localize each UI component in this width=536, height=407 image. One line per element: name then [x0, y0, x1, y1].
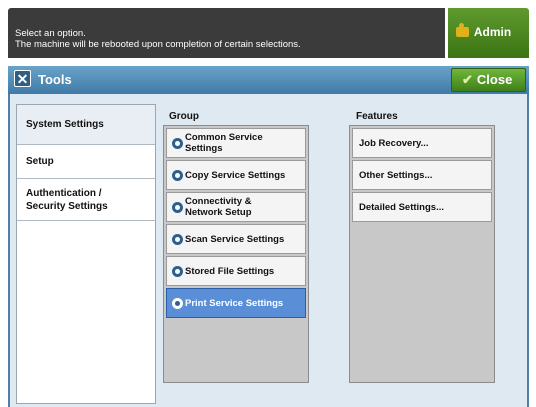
- group-panel: Common Service Settings Copy Service Set…: [163, 125, 309, 383]
- feature-item-job-recovery[interactable]: Job Recovery...: [352, 128, 492, 158]
- group-item-scan-service-settings[interactable]: Scan Service Settings: [166, 224, 306, 254]
- group-item-label-line-1: Common Service: [185, 132, 263, 143]
- nav-item-label: Setup: [26, 156, 54, 167]
- option-icon: [172, 138, 183, 149]
- feature-item-label: Job Recovery...: [359, 138, 429, 149]
- option-icon: [172, 234, 183, 245]
- group-item-label: Stored File Settings: [185, 266, 275, 277]
- checkmark-icon: ✔: [462, 72, 473, 87]
- group-item-label: Print Service Settings: [185, 298, 284, 309]
- group-item-label-line-1: Connectivity &: [185, 196, 252, 207]
- group-item-connectivity-network-setup[interactable]: Connectivity & Network Setup: [166, 192, 306, 222]
- group-item-common-service-settings[interactable]: Common Service Settings: [166, 128, 306, 158]
- group-item-label: Copy Service Settings: [185, 170, 286, 181]
- feature-item-detailed-settings[interactable]: Detailed Settings...: [352, 192, 492, 222]
- group-item-label-line-2: Network Setup: [185, 207, 252, 218]
- page-title: Tools: [38, 72, 72, 87]
- nav-item-system-settings[interactable]: System Settings: [17, 105, 155, 145]
- group-item-label-line-2: Settings: [185, 143, 223, 154]
- group-item-copy-service-settings[interactable]: Copy Service Settings: [166, 160, 306, 190]
- message-line-1: Select an option.: [15, 28, 86, 39]
- nav-item-label-line-2: Security Settings: [26, 201, 108, 212]
- feature-item-label: Other Settings...: [359, 170, 433, 181]
- close-button[interactable]: ✔ Close: [451, 68, 526, 92]
- option-icon: [172, 298, 183, 309]
- features-heading: Features: [356, 111, 398, 122]
- feature-item-other-settings[interactable]: Other Settings...: [352, 160, 492, 190]
- nav-item-label-line-1: Authentication /: [26, 188, 102, 199]
- close-label: Close: [476, 72, 513, 87]
- group-item-label: Scan Service Settings: [185, 234, 285, 245]
- group-item-stored-file-settings[interactable]: Stored File Settings: [166, 256, 306, 286]
- feature-item-label: Detailed Settings...: [359, 202, 444, 213]
- group-item-print-service-settings[interactable]: Print Service Settings: [166, 288, 306, 318]
- option-icon: [172, 202, 183, 213]
- title-bar: ✕ Tools ✔ Close: [8, 66, 529, 94]
- admin-label: Admin: [473, 25, 512, 39]
- features-panel: Job Recovery... Other Settings... Detail…: [349, 125, 495, 383]
- tools-screen: Select an option. The machine will be re…: [0, 0, 536, 407]
- option-icon: [172, 170, 183, 181]
- message-bar: Select an option. The machine will be re…: [8, 8, 445, 58]
- tools-icon: ✕: [14, 70, 31, 87]
- option-icon: [172, 266, 183, 277]
- settings-nav: System Settings Setup Authentication / S…: [16, 104, 156, 404]
- admin-user-icon: [456, 23, 469, 37]
- nav-item-setup[interactable]: Setup: [17, 145, 155, 179]
- admin-button[interactable]: Admin: [448, 8, 529, 58]
- nav-item-authentication-security[interactable]: Authentication / Security Settings: [17, 179, 155, 221]
- message-line-2: The machine will be rebooted upon comple…: [15, 39, 301, 50]
- group-heading: Group: [169, 111, 199, 122]
- nav-item-label: System Settings: [26, 119, 104, 130]
